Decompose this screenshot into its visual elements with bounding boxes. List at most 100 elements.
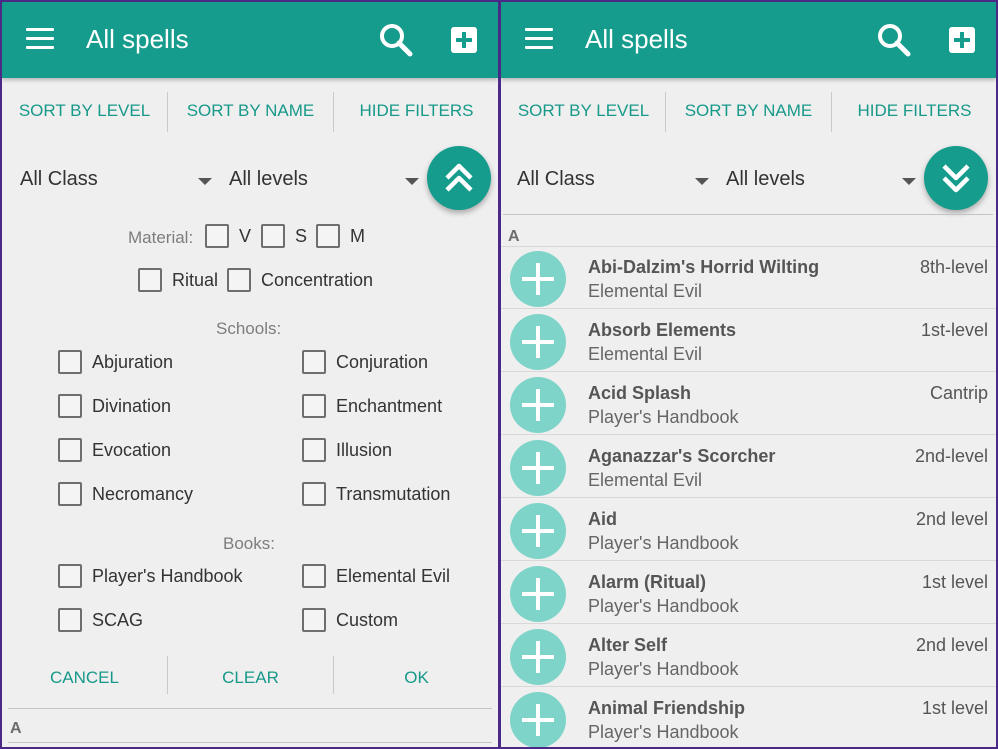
school-conjuration-checkbox[interactable]: Conjuration <box>302 350 428 374</box>
divider <box>503 214 993 215</box>
component-v-checkbox[interactable]: V <box>205 224 251 248</box>
filter-row: All Class All levels <box>501 150 996 212</box>
class-dropdown-value: All Class <box>20 168 98 190</box>
spell-name: Acid Splash <box>588 383 692 403</box>
dropdown-caret-icon <box>695 178 709 185</box>
material-label: Material: <box>128 228 194 247</box>
school-transmutation-checkbox[interactable]: Transmutation <box>302 482 450 506</box>
spell-row[interactable]: Animal Friendship Player's Handbook 1st … <box>501 688 996 747</box>
spell-level: 2nd-level <box>914 446 988 466</box>
school-abjuration-checkbox[interactable]: Abjuration <box>58 350 173 374</box>
sort-by-name-button[interactable]: SORT BY NAME <box>666 88 831 134</box>
clear-button[interactable]: CLEAR <box>168 658 333 698</box>
spell-book: Player's Handbook <box>588 407 739 427</box>
spell-name: Alter Self <box>588 635 668 655</box>
collapse-filters-fab[interactable] <box>427 146 491 210</box>
spell-row[interactable]: Abi-Dalzim's Horrid Wilting Elemental Ev… <box>501 247 996 309</box>
spell-name: Alarm (Ritual) <box>588 572 707 592</box>
component-s-checkbox[interactable]: S <box>261 224 307 248</box>
spell-book: Player's Handbook <box>588 722 739 742</box>
add-spell-icon[interactable] <box>510 503 566 559</box>
add-spell-icon[interactable] <box>510 377 566 433</box>
cancel-button[interactable]: CANCEL <box>2 658 167 698</box>
spell-book: Elemental Evil <box>588 281 703 301</box>
class-dropdown[interactable]: All Class <box>517 168 712 196</box>
add-spell-icon[interactable] <box>510 629 566 685</box>
book-players-handbook-checkbox[interactable]: Player's Handbook <box>58 564 243 588</box>
school-enchantment-checkbox[interactable]: Enchantment <box>302 394 442 418</box>
search-icon[interactable] <box>876 22 912 58</box>
right-screen-spell-list: All spells SORT BY LEVEL SORT BY NAME HI… <box>501 2 996 747</box>
search-icon[interactable] <box>378 22 414 58</box>
spell-name: Aganazzar's Scorcher <box>588 446 776 466</box>
level-dropdown[interactable]: All levels <box>229 168 424 196</box>
left-screen-filters-open: All spells SORT BY LEVEL SORT BY NAME HI… <box>2 2 498 747</box>
app-title: All spells <box>585 24 688 54</box>
level-dropdown-value: All levels <box>229 168 308 190</box>
spell-name: Aid <box>588 509 617 529</box>
books-label: Books: <box>223 534 275 553</box>
spell-level: 1st level <box>921 698 988 718</box>
book-scag-checkbox[interactable]: SCAG <box>58 608 143 632</box>
add-box-icon[interactable] <box>450 26 478 54</box>
spell-row[interactable]: Alarm (Ritual) Player's Handbook 1st lev… <box>501 562 996 624</box>
spell-level: 1st level <box>921 572 988 592</box>
sort-by-name-button[interactable]: SORT BY NAME <box>168 88 333 134</box>
divider <box>8 708 492 709</box>
add-spell-icon[interactable] <box>510 440 566 496</box>
sort-bar: SORT BY LEVEL SORT BY NAME HIDE FILTERS <box>501 88 996 134</box>
spell-name: Animal Friendship <box>588 698 746 718</box>
hamburger-menu-icon[interactable] <box>525 28 553 50</box>
spell-level: 8th-level <box>919 257 988 277</box>
spell-row[interactable]: Acid Splash Player's Handbook Cantrip <box>501 373 996 435</box>
double-chevron-down-icon <box>942 164 970 193</box>
school-illusion-checkbox[interactable]: Illusion <box>302 438 392 462</box>
app-bar: All spells <box>2 2 498 78</box>
book-elemental-evil-checkbox[interactable]: Elemental Evil <box>302 564 450 588</box>
spell-level: 2nd level <box>915 635 988 655</box>
book-custom-checkbox[interactable]: Custom <box>302 608 398 632</box>
school-divination-checkbox[interactable]: Divination <box>58 394 171 418</box>
school-necromancy-checkbox[interactable]: Necromancy <box>58 482 193 506</box>
sort-by-level-button[interactable]: SORT BY LEVEL <box>501 88 666 134</box>
schools-label: Schools: <box>216 319 282 338</box>
spell-level: Cantrip <box>929 383 988 403</box>
dropdown-caret-icon <box>198 178 212 185</box>
hide-filters-button[interactable]: HIDE FILTERS <box>334 88 498 134</box>
spell-row[interactable]: Alter Self Player's Handbook 2nd level <box>501 625 996 687</box>
spell-row[interactable]: Aid Player's Handbook 2nd level <box>501 499 996 561</box>
hamburger-menu-icon[interactable] <box>26 28 54 50</box>
spell-row[interactable]: Absorb Elements Elemental Evil 1st-level <box>501 310 996 372</box>
sort-by-level-button[interactable]: SORT BY LEVEL <box>2 88 167 134</box>
dropdown-caret-icon <box>902 178 916 185</box>
class-dropdown[interactable]: All Class <box>20 168 215 196</box>
add-spell-icon[interactable] <box>510 314 566 370</box>
section-letter: A <box>10 720 22 737</box>
filter-row: All Class All levels <box>2 150 498 212</box>
level-dropdown[interactable]: All levels <box>726 168 921 196</box>
add-spell-icon[interactable] <box>510 692 566 747</box>
screenshot-root: All spells SORT BY LEVEL SORT BY NAME HI… <box>0 0 998 749</box>
level-dropdown-value: All levels <box>726 168 805 190</box>
spell-name: Abi-Dalzim's Horrid Wilting <box>588 257 820 277</box>
spell-row[interactable]: Aganazzar's Scorcher Elemental Evil 2nd-… <box>501 436 996 498</box>
app-bar: All spells <box>501 2 996 78</box>
component-m-checkbox[interactable]: M <box>316 224 365 248</box>
ok-button[interactable]: OK <box>334 658 498 698</box>
spell-level: 1st-level <box>920 320 988 340</box>
section-letter: A <box>508 228 520 245</box>
expand-filters-fab[interactable] <box>924 146 988 210</box>
school-evocation-checkbox[interactable]: Evocation <box>58 438 171 462</box>
divider <box>8 742 492 743</box>
hide-filters-button[interactable]: HIDE FILTERS <box>832 88 996 134</box>
add-box-icon[interactable] <box>948 26 976 54</box>
sort-bar: SORT BY LEVEL SORT BY NAME HIDE FILTERS <box>2 88 498 134</box>
concentration-checkbox[interactable]: Concentration <box>227 268 373 292</box>
double-chevron-up-icon <box>445 163 473 192</box>
spell-book: Player's Handbook <box>588 596 739 616</box>
add-spell-icon[interactable] <box>510 566 566 622</box>
spell-book: Player's Handbook <box>588 659 739 679</box>
ritual-checkbox[interactable]: Ritual <box>138 268 218 292</box>
spell-name: Absorb Elements <box>588 320 737 340</box>
add-spell-icon[interactable] <box>510 251 566 307</box>
